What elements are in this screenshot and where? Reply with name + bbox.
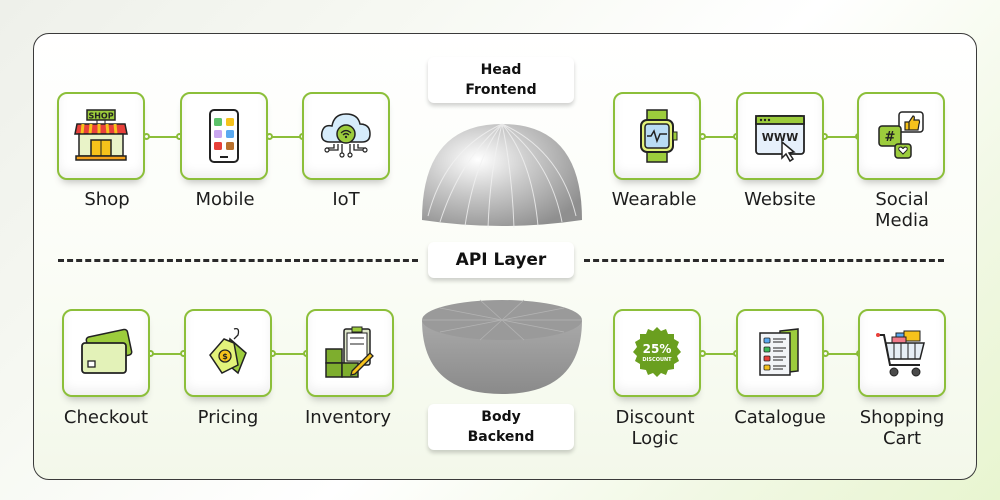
iot-cloud-icon bbox=[320, 113, 371, 158]
mobile-icon bbox=[209, 109, 239, 163]
discount-percent: 25% bbox=[643, 342, 672, 356]
node-discount-logic[interactable]: 25% DISCOUNT bbox=[613, 309, 701, 397]
backend-label: Backend bbox=[467, 429, 535, 445]
shop-sign-text: SHOP bbox=[88, 112, 113, 121]
discount-badge-icon: 25% DISCOUNT bbox=[633, 327, 681, 377]
body-backend-tag: Body Backend bbox=[428, 404, 574, 450]
connector bbox=[268, 136, 303, 138]
website-icon: WWW bbox=[755, 115, 805, 163]
node-label-pricing: Pricing bbox=[197, 407, 259, 428]
node-label-catalogue: Catalogue bbox=[734, 407, 826, 428]
connector bbox=[702, 353, 737, 355]
node-checkout[interactable] bbox=[62, 309, 150, 397]
node-label-shopping-cart: Shopping Cart bbox=[842, 407, 962, 449]
discount-label-line2: Logic bbox=[631, 428, 679, 449]
price-tag-icon: $ bbox=[209, 327, 247, 375]
node-label-mobile: Mobile bbox=[195, 189, 255, 210]
api-layer-label: API Layer bbox=[455, 250, 547, 270]
node-website[interactable]: WWW bbox=[736, 92, 824, 180]
credit-card-icon bbox=[81, 328, 133, 374]
body-bowl bbox=[422, 299, 582, 394]
body-label: Body bbox=[481, 409, 521, 425]
node-label-shop: Shop bbox=[84, 189, 130, 210]
shopping-cart-icon bbox=[876, 330, 925, 377]
social-label-line1: Social bbox=[875, 189, 929, 210]
node-label-iot: IoT bbox=[332, 189, 360, 210]
api-divider-left bbox=[58, 259, 418, 262]
node-pricing[interactable]: $ bbox=[184, 309, 272, 397]
node-shopping-cart[interactable] bbox=[858, 309, 946, 397]
node-iot[interactable] bbox=[302, 92, 390, 180]
node-label-discount-logic: Discount Logic bbox=[595, 407, 715, 449]
social-media-icon: # bbox=[878, 111, 924, 159]
node-label-inventory: Inventory bbox=[305, 407, 391, 428]
node-catalogue[interactable] bbox=[736, 309, 824, 397]
inventory-icon bbox=[325, 326, 374, 378]
node-label-wearable: Wearable bbox=[611, 189, 697, 210]
catalogue-icon bbox=[759, 328, 799, 376]
node-wearable[interactable] bbox=[613, 92, 701, 180]
node-label-website: Website bbox=[744, 189, 816, 210]
api-layer-tag: API Layer bbox=[428, 242, 574, 278]
connector bbox=[702, 136, 737, 138]
node-inventory[interactable] bbox=[306, 309, 394, 397]
node-label-social-media: Social Media bbox=[842, 189, 962, 231]
discount-word: DISCOUNT bbox=[642, 357, 672, 363]
cart-label-line2: Cart bbox=[882, 428, 922, 449]
shop-icon: SHOP bbox=[74, 109, 128, 161]
frontend-label: Frontend bbox=[465, 82, 537, 98]
cart-label-line1: Shopping bbox=[859, 407, 945, 428]
node-label-checkout: Checkout bbox=[63, 407, 149, 428]
connector bbox=[824, 136, 859, 138]
api-divider-right bbox=[584, 259, 944, 262]
node-social-media[interactable]: # bbox=[857, 92, 945, 180]
head-label: Head bbox=[480, 62, 522, 78]
connector bbox=[272, 353, 307, 355]
svg-text:$: $ bbox=[222, 352, 228, 361]
node-shop[interactable]: SHOP bbox=[57, 92, 145, 180]
discount-label-line1: Discount bbox=[615, 407, 695, 428]
head-dome bbox=[422, 123, 582, 229]
hashtag-text: # bbox=[885, 130, 896, 145]
connector bbox=[825, 353, 860, 355]
website-www-text: WWW bbox=[762, 131, 798, 144]
node-mobile[interactable] bbox=[180, 92, 268, 180]
head-frontend-tag: Head Frontend bbox=[428, 57, 574, 103]
social-label-line2: Media bbox=[874, 210, 930, 231]
smartwatch-icon bbox=[640, 109, 678, 163]
